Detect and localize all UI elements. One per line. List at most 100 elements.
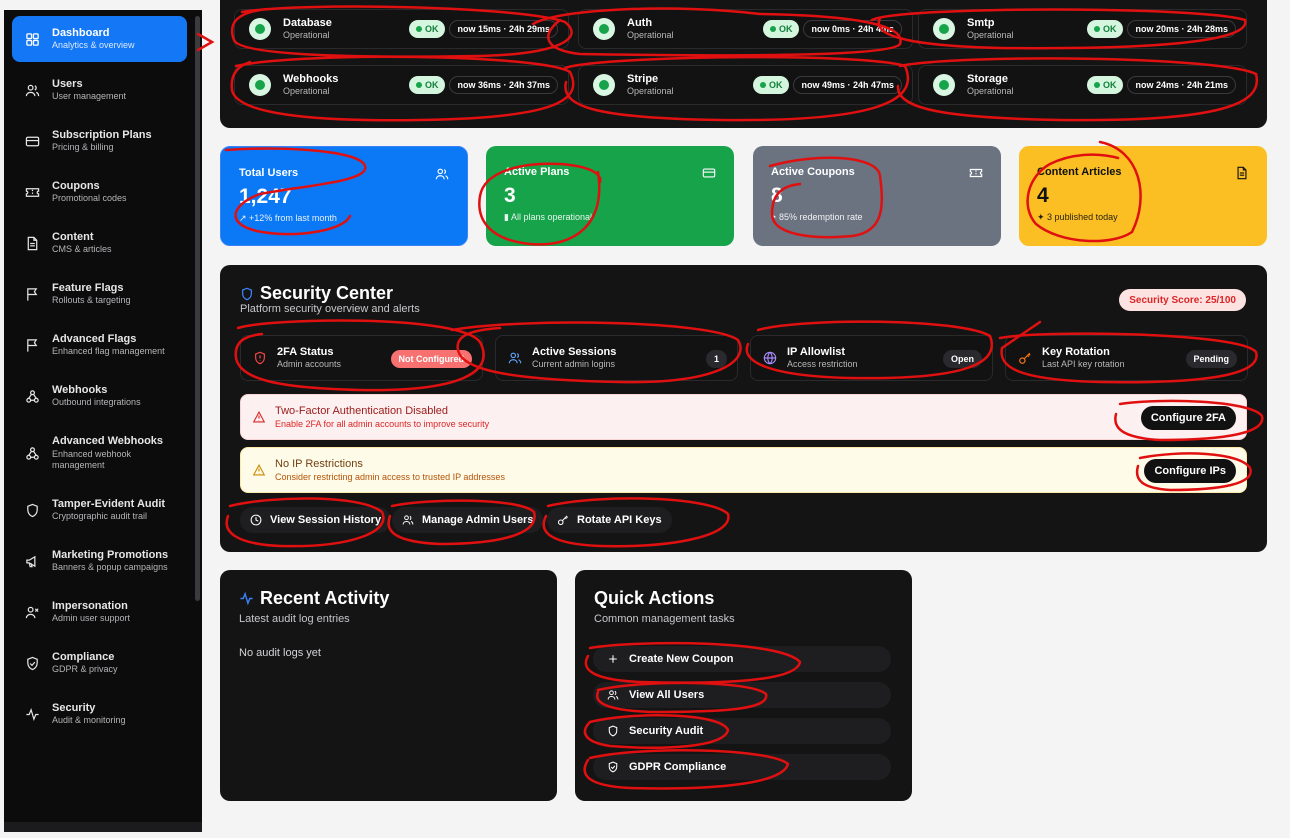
ok-badge: OK [408,76,446,94]
manage-admin-users-button[interactable]: Manage Admin Users [392,507,544,533]
security-center-title: Security Center [240,283,393,304]
service-health-panel: Database Operational OK now 15ms · 24h 29m… [220,0,1267,128]
globe-icon [763,351,777,365]
stat-card-active-coupons[interactable]: Active Coupons 8 ◔ 85% redemption rate [753,146,1001,246]
service-status: Operational [967,30,1014,41]
service-card-webhooks[interactable]: Webhooks Operational OK now 36ms · 24h 37m… [234,65,569,105]
sidebar-item-tamper-evident-audit[interactable]: Tamper-Evident Audit Cryptographic audit … [12,487,187,533]
sidebar-item-label: Users [52,77,83,90]
latency-badge: now 24ms · 24h 21ms [1127,76,1236,94]
stat-title: Active Plans [504,166,570,178]
status-badge: Open [942,350,982,368]
sidebar-item-dashboard[interactable]: Dashboard Analytics & overview [12,16,187,62]
sidebar-item-advanced-flags[interactable]: Advanced Flags Enhanced flag management [12,322,187,368]
sidebar-item-content[interactable]: Content CMS & articles [12,220,187,266]
status-badge: Pending [1185,350,1237,368]
sidebar-item-feature-flags[interactable]: Feature Flags Rollouts & targeting [12,271,187,317]
ticket-icon [969,166,983,180]
stat-title: Content Articles [1037,166,1122,178]
ticket-icon [24,184,40,200]
sidebar-item-label: Subscription Plans [52,128,152,141]
webhook-icon [24,445,40,461]
security-card-title: Key Rotation [1042,345,1110,358]
grid-icon [24,31,40,47]
recent-activity-card: Recent Activity Latest audit log entries… [220,570,557,801]
alert-title: No IP Restrictions [275,458,363,470]
latency-badge: now 36ms · 24h 37ms [449,76,558,94]
sidebar-item-sub: Rollouts & targeting [52,295,131,306]
activity-icon [24,706,40,722]
sidebar-item-label: Marketing Promotions [52,548,169,561]
sidebar-item-coupons[interactable]: Coupons Promotional codes [12,169,187,215]
sidebar-item-sub: Enhanced flag management [52,346,165,357]
latency-badge: now 49ms · 24h 47ms [793,76,902,94]
sidebar-item-sub: Cryptographic audit trail [52,511,148,522]
alert-no-ip-restrictions: No IP Restrictions Consider restricting a… [240,447,1247,493]
security-card-sub: Admin accounts [277,359,342,370]
service-card-stripe[interactable]: Stripe Operational OK now 49ms · 24h 47ms [578,65,913,105]
stat-value: 4 [1037,184,1049,207]
rotate-api-keys-button[interactable]: Rotate API Keys [547,507,672,533]
security-card-2fa-status[interactable]: 2FA Status Admin accounts Not Configured [240,335,483,381]
security-card-title: IP Allowlist [787,345,846,358]
webhook-icon [24,388,40,404]
stat-sub: ✦ 3 published today [1037,212,1118,222]
users-icon [24,82,40,98]
empty-state-text: No audit logs yet [239,647,321,659]
security-card-active-sessions[interactable]: Active Sessions Current admin logins 1 [495,335,738,381]
configure-2fa-button[interactable]: Configure 2FA [1140,406,1236,430]
sidebar-item-label: Advanced Flags [52,332,137,345]
clock-icon [250,514,262,526]
shield-check-icon [608,761,618,773]
status-dot-icon [933,74,955,96]
sidebar-item-label: Compliance [52,650,115,663]
view-session-history-button[interactable]: View Session History [240,507,392,533]
sidebar-item-advanced-webhooks[interactable]: Advanced Webhooks Enhanced webhook manage… [12,424,187,482]
users-icon [402,515,414,525]
service-card-smtp[interactable]: Smtp Operational OK now 20ms · 24h 28ms [918,9,1247,49]
recent-activity-subtitle: Latest audit log entries [239,613,350,625]
alert-description: Consider restricting admin access to tru… [275,472,505,482]
sidebar-item-webhooks[interactable]: Webhooks Outbound integrations [12,373,187,419]
gdpr-compliance-button[interactable]: GDPR Compliance [593,754,891,780]
security-center-subtitle: Platform security overview and alerts [240,303,420,315]
sidebar-item-compliance[interactable]: Compliance GDPR & privacy [12,640,187,686]
service-card-database[interactable]: Database Operational OK now 15ms · 24h 29m… [234,9,569,49]
stat-value: 8 [771,184,783,207]
file-icon [24,235,40,251]
sidebar-item-sub: CMS & articles [52,244,112,255]
service-name: Storage [967,72,1008,85]
sidebar-item-subscription-plans[interactable]: Subscription Plans Pricing & billing [12,118,187,164]
stat-card-active-plans[interactable]: Active Plans 3 ▮ All plans operational [486,146,734,246]
service-card-storage[interactable]: Storage Operational OK now 24ms · 24h 21ms [918,65,1247,105]
stat-card-total-users[interactable]: Total Users 1,247 ↗ +12% from last month [220,146,468,246]
security-audit-button[interactable]: Security Audit [593,718,891,744]
view-all-users-button[interactable]: View All Users [593,682,891,708]
key-icon [1018,351,1032,365]
security-card-ip-allowlist[interactable]: IP Allowlist Access restriction Open [750,335,993,381]
sidebar-item-label: Coupons [52,179,100,192]
shield-icon [608,725,618,737]
security-card-sub: Last API key rotation [1042,359,1125,370]
stat-card-content-articles[interactable]: Content Articles 4 ✦ 3 published today [1019,146,1267,246]
sidebar-item-security[interactable]: Security Audit & monitoring [12,691,187,737]
security-card-sub: Current admin logins [532,359,616,370]
alert-title: Two-Factor Authentication Disabled [275,405,449,417]
stat-sub: ◔ 85% redemption rate [771,212,863,222]
ok-badge: OK [1086,20,1124,38]
ok-badge: OK [408,20,446,38]
alert-2fa-disabled: Two-Factor Authentication Disabled Enable… [240,394,1247,440]
create-new-coupon-button[interactable]: Create New Coupon [593,646,891,672]
sidebar-item-sub: Promotional codes [52,193,127,204]
service-status: Operational [627,30,674,41]
plus-icon [609,655,617,663]
quick-actions-card: Quick Actions Common management tasks Cr… [575,570,912,801]
security-card-key-rotation[interactable]: Key Rotation Last API key rotation Pendin… [1005,335,1248,381]
sidebar-item-users[interactable]: Users User management [12,67,187,113]
configure-ips-button[interactable]: Configure IPs [1144,459,1236,483]
alert-description: Enable 2FA for all admin accounts to imp… [275,419,490,429]
service-card-auth[interactable]: Auth Operational OK now 0ms · 24h 4ms [578,9,913,49]
sidebar-item-impersonation[interactable]: Impersonation Admin user support [12,589,187,635]
ok-badge: OK [762,20,800,38]
sidebar-item-marketing-promotions[interactable]: Marketing Promotions Banners & popup camp… [12,538,187,584]
